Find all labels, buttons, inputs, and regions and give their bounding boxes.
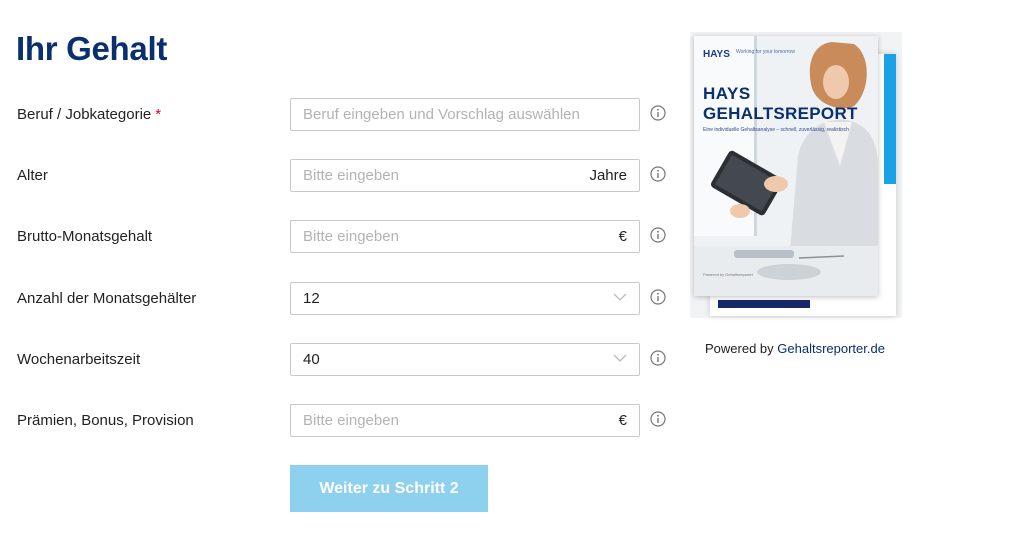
- praemien-field[interactable]: €: [290, 404, 640, 437]
- page-title: Ihr Gehalt: [16, 30, 168, 67]
- beruf-label: Beruf / Jobkategorie *: [17, 106, 161, 123]
- alter-field[interactable]: Jahre: [290, 159, 640, 192]
- info-icon[interactable]: [650, 350, 666, 366]
- cover-title-line2: GEHALTSREPORT: [703, 104, 858, 123]
- wochenarbeitszeit-label: Wochenarbeitszeit: [17, 351, 141, 368]
- form-row-wochenarbeitszeit: Wochenarbeitszeit 40: [0, 343, 680, 377]
- required-marker: *: [155, 106, 162, 123]
- chevron-down-icon: [613, 293, 627, 301]
- praemien-label: Prämien, Bonus, Provision: [17, 412, 194, 429]
- chevron-down-icon: [613, 354, 627, 362]
- praemien-input[interactable]: [291, 405, 639, 436]
- form-row-alter: Alter Jahre: [0, 159, 680, 193]
- alter-input[interactable]: [291, 160, 639, 191]
- powered-by-prefix: Powered by: [705, 341, 774, 356]
- wochenarbeitszeit-selected-value: 40: [303, 351, 320, 368]
- beruf-field[interactable]: [290, 98, 640, 131]
- report-cover: HAYS Working for your tomorrow HAYS GEHA…: [694, 36, 878, 296]
- info-icon[interactable]: [650, 105, 666, 121]
- next-step-button[interactable]: Weiter zu Schritt 2: [290, 465, 488, 512]
- report-cover-image: HAYS Working for your tomorrow HAYS GEHA…: [690, 32, 910, 322]
- wochenarbeitszeit-select[interactable]: 40: [290, 343, 640, 376]
- alter-label: Alter: [17, 167, 48, 184]
- cover-title-line1: HAYS: [703, 84, 751, 103]
- praemien-unit: €: [618, 412, 627, 429]
- brutto-label: Brutto-Monatsgehalt: [17, 228, 153, 245]
- form-row-beruf: Beruf / Jobkategorie *: [0, 98, 680, 132]
- anzahl-select[interactable]: 12: [290, 282, 640, 315]
- cover-photo: [694, 36, 878, 296]
- form-row-brutto: Brutto-Monatsgehalt €: [0, 220, 680, 254]
- gehaltsreporter-link[interactable]: Gehaltsreporter.de: [777, 341, 885, 356]
- beruf-input[interactable]: [291, 99, 639, 130]
- cover-navy-strip: [718, 300, 810, 308]
- cover-subtitle: Eine individuelle Gehaltsanalyse – schne…: [703, 127, 849, 133]
- info-icon[interactable]: [650, 289, 666, 305]
- form-row-praemien: Prämien, Bonus, Provision €: [0, 404, 680, 438]
- alter-unit: Jahre: [589, 167, 627, 184]
- anzahl-selected-value: 12: [303, 290, 320, 307]
- anzahl-label: Anzahl der Monatsgehälter: [17, 290, 197, 307]
- info-icon[interactable]: [650, 411, 666, 427]
- beruf-label-text: Beruf / Jobkategorie: [17, 106, 152, 123]
- brutto-input[interactable]: [291, 221, 639, 252]
- brutto-unit: €: [618, 228, 627, 245]
- cover-blue-strip: [884, 54, 896, 184]
- cover-logo: HAYS: [703, 49, 730, 60]
- powered-by: Powered by Gehaltsreporter.de: [705, 341, 885, 356]
- cover-logo-tagline: Working for your tomorrow: [736, 49, 795, 55]
- info-icon[interactable]: [650, 227, 666, 243]
- brutto-field[interactable]: €: [290, 220, 640, 253]
- cover-footer: Powered by Gehaltsreporter: [703, 272, 754, 277]
- info-icon[interactable]: [650, 166, 666, 182]
- form-row-anzahl: Anzahl der Monatsgehälter 12: [0, 282, 680, 316]
